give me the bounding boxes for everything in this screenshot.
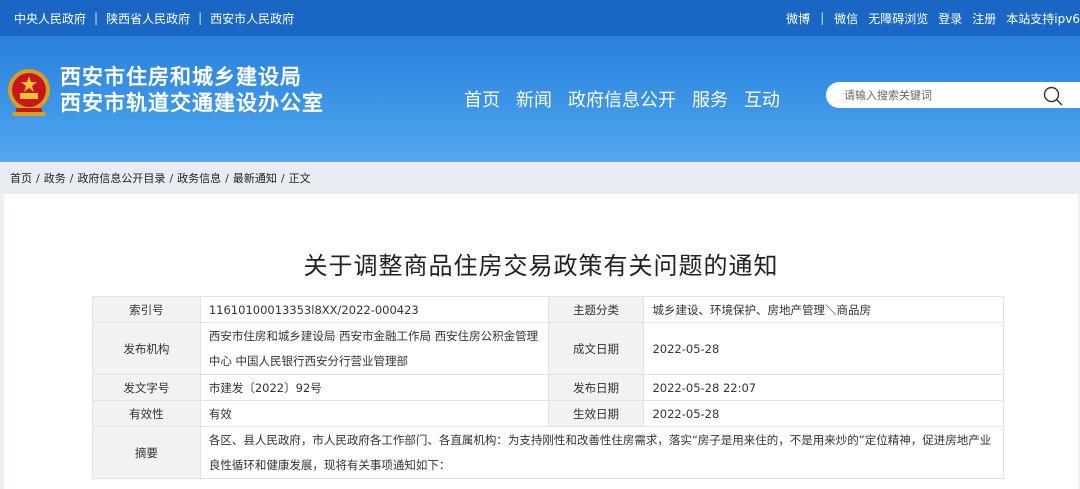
created-date-label: 成文日期 <box>547 322 645 375</box>
accessibility-link[interactable]: 无障碍浏览 <box>868 10 928 27</box>
site-title: 西安市住房和城乡建设局 西安市轨道交通建设办公室 <box>60 64 324 116</box>
ipv6-support-text: 本站支持ipv6 <box>1006 11 1080 26</box>
breadcrumb-home[interactable]: 首页 <box>10 170 32 186</box>
nav-service[interactable]: 服务 <box>692 86 728 112</box>
divider: | <box>94 11 99 25</box>
weibo-link[interactable]: 微博 <box>786 10 810 27</box>
table-row: 发布机构 西安市住房和城乡建设局 西安市金融工作局 西安住房公积金管理中心 中国… <box>92 322 1004 375</box>
created-date-value: 2022-05-28 <box>643 322 1004 375</box>
doc-number-value: 市建发〔2022〕92号 <box>199 374 549 401</box>
wechat-link[interactable]: 微信 <box>834 10 858 27</box>
index-label: 索引号 <box>92 296 201 323</box>
national-emblem-icon <box>8 69 50 116</box>
doc-number-label: 发文字号 <box>92 374 201 401</box>
metadata-table: 索引号 11610100013353l8XX/2022-000423 主题分类 … <box>92 296 1005 479</box>
table-row: 发文字号 市建发〔2022〕92号 发布日期 2022-05-28 22:07 <box>92 374 1004 401</box>
site-title-line2: 西安市轨道交通建设办公室 <box>60 91 324 115</box>
link-central-gov[interactable]: 中央人民政府 <box>14 10 86 27</box>
issuer-label: 发布机构 <box>92 322 201 375</box>
breadcrumb-affairs[interactable]: 政务 <box>44 170 66 186</box>
top-links: 中央人民政府 | 陕西省人民政府 | 西安市人民政府 <box>14 0 294 36</box>
register-link[interactable]: 注册 <box>972 10 996 27</box>
nav-news[interactable]: 新闻 <box>516 86 552 112</box>
breadcrumb: 首页 / 政务 / 政府信息公开目录 / 政务信息 / 最新通知 / 正文 <box>0 162 1080 194</box>
topic-label: 主题分类 <box>547 296 645 323</box>
validity-label: 有效性 <box>92 400 201 427</box>
nav-gov-info[interactable]: 政府信息公开 <box>568 86 676 112</box>
effective-date-label: 生效日期 <box>547 400 645 427</box>
summary-label: 摘要 <box>92 426 201 479</box>
link-xian-gov[interactable]: 西安市人民政府 <box>210 10 294 27</box>
main-nav: 首页 新闻 政府信息公开 服务 互动 <box>464 86 796 112</box>
breadcrumb-catalog[interactable]: 政府信息公开目录 <box>77 170 165 186</box>
top-bar: 中央人民政府 | 陕西省人民政府 | 西安市人民政府 微博 | 微信 无障碍浏览… <box>0 0 1080 36</box>
table-row: 索引号 11610100013353l8XX/2022-000423 主题分类 … <box>92 296 1004 323</box>
site-title-line1: 西安市住房和城乡建设局 <box>60 65 302 89</box>
breadcrumb-gov-info[interactable]: 政务信息 <box>177 170 221 186</box>
summary-value: 各区、县人民政府，市人民政府各工作部门、各直属机构：为支持刚性和改善性住房需求，… <box>199 426 1005 479</box>
index-value: 11610100013353l8XX/2022-000423 <box>199 296 549 323</box>
login-link[interactable]: 登录 <box>938 10 962 27</box>
published-date-label: 发布日期 <box>547 374 645 401</box>
table-row: 有效性 有效 生效日期 2022-05-28 <box>92 400 1004 427</box>
divider: | <box>820 11 825 25</box>
divider: | <box>198 11 203 25</box>
search-icon[interactable] <box>1042 85 1064 107</box>
article-title: 关于调整商品住房交易政策有关问题的通知 <box>303 252 779 280</box>
breadcrumb-latest-notice[interactable]: 最新通知 <box>233 170 277 186</box>
topic-value: 城乡建设、环境保护、房地产管理＼商品房 <box>643 296 1004 323</box>
table-row: 摘要 各区、县人民政府，市人民政府各工作部门、各直属机构：为支持刚性和改善性住房… <box>92 426 1005 479</box>
nav-interact[interactable]: 互动 <box>744 86 780 112</box>
breadcrumb-current: 正文 <box>288 172 311 185</box>
published-date-value: 2022-05-28 22:07 <box>643 374 1004 401</box>
site-header: 西安市住房和城乡建设局 西安市轨道交通建设办公室 首页 新闻 政府信息公开 服务… <box>0 36 1080 162</box>
link-shaanxi-gov[interactable]: 陕西省人民政府 <box>106 10 190 27</box>
validity-value: 有效 <box>199 400 549 427</box>
effective-date-value: 2022-05-28 <box>643 400 1004 427</box>
main-content: 关于调整商品住房交易政策有关问题的通知 索引号 11610100013353l8… <box>4 194 1078 489</box>
search-input[interactable] <box>844 86 1034 104</box>
search-box <box>826 82 1080 108</box>
issuer-value: 西安市住房和城乡建设局 西安市金融工作局 西安住房公积金管理中心 中国人民银行西… <box>199 322 549 375</box>
top-right-links: 微博 | 微信 无障碍浏览 登录 注册 本站支持ipv6 <box>776 0 1080 36</box>
nav-home[interactable]: 首页 <box>464 86 500 112</box>
